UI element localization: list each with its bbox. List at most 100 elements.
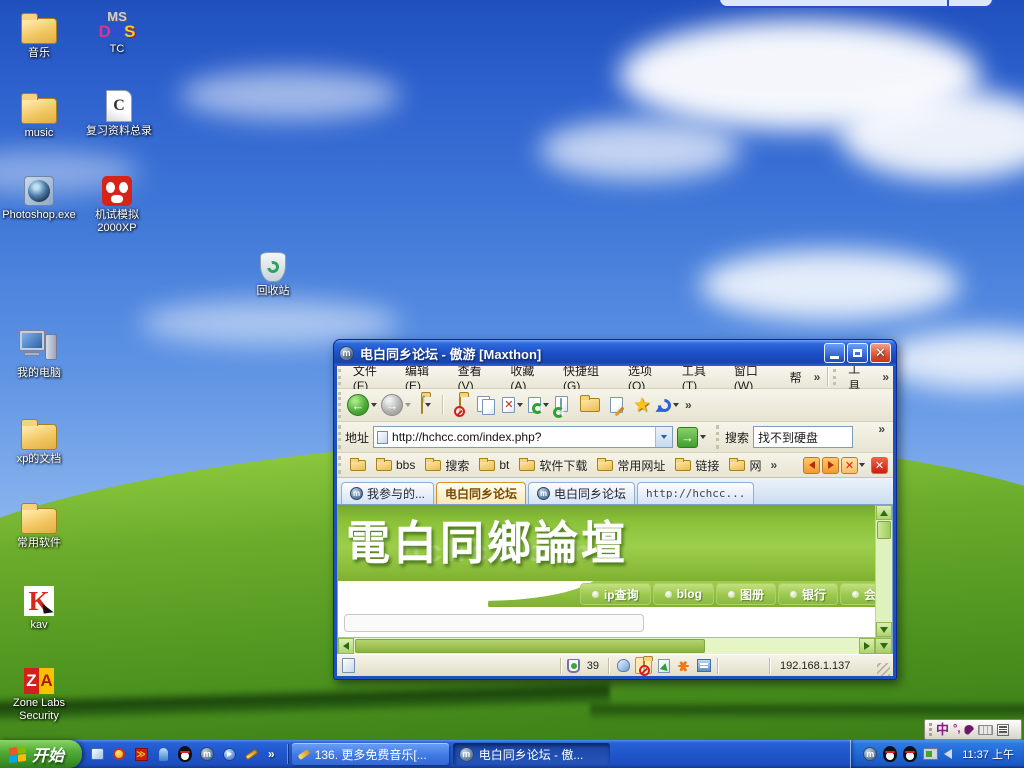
tab-my-topics[interactable]: 我参与的... xyxy=(341,482,434,504)
desktop-icon-kav[interactable]: K kav xyxy=(0,578,78,632)
refresh-all-button[interactable] xyxy=(551,391,577,419)
popup-filter-icon[interactable] xyxy=(635,657,652,674)
bookmark-bbs[interactable]: bbs xyxy=(371,453,420,477)
nav-blog[interactable]: blog xyxy=(653,583,714,605)
show-desktop-icon[interactable] xyxy=(89,746,105,762)
messenger-icon[interactable] xyxy=(155,746,171,762)
scroll-right-button[interactable] xyxy=(859,638,875,654)
soft-keyboard-icon[interactable] xyxy=(978,725,993,735)
address-url[interactable]: http://hchcc.com/index.php? xyxy=(392,430,655,444)
bookmark-common-sites[interactable]: 常用网址 xyxy=(592,453,670,477)
prev-tab-button[interactable] xyxy=(803,457,820,474)
nav-albums[interactable]: 图册 xyxy=(716,583,776,605)
proxy-hand-icon[interactable] xyxy=(615,657,632,674)
flash-filter-icon[interactable] xyxy=(675,657,692,674)
chinese-mode-icon[interactable]: 中 xyxy=(936,723,949,736)
tab-forum-2[interactable]: 电白同乡论坛 xyxy=(528,482,635,504)
address-dropdown-button[interactable] xyxy=(655,427,672,447)
nav-bank[interactable]: 银行 xyxy=(778,583,838,605)
langbar-grip[interactable] xyxy=(929,723,932,736)
resize-grip[interactable] xyxy=(877,663,890,676)
desktop-icon-review-notes[interactable]: C 复习资料总录 xyxy=(80,84,158,138)
desktop-icon-exam-sim[interactable]: 机试模拟 2000XP xyxy=(78,168,156,235)
favorites-button[interactable]: ★ xyxy=(629,391,655,419)
vertical-scrollbar[interactable] xyxy=(875,505,892,637)
form-edit-icon[interactable] xyxy=(695,657,712,674)
forward-button[interactable]: → xyxy=(379,391,413,419)
menu-help[interactable]: 帮 xyxy=(782,366,810,389)
desktop-icon-music-en[interactable]: music xyxy=(0,86,78,140)
toolbar-overflow-chevron[interactable]: » xyxy=(681,398,696,412)
bookmark-links[interactable]: 链接 xyxy=(670,453,724,477)
gold-pen-icon[interactable] xyxy=(243,746,259,762)
popup-blocker-button[interactable] xyxy=(447,391,473,419)
toolbar-grip[interactable] xyxy=(338,425,342,449)
close-all-button[interactable]: ✕ xyxy=(871,457,888,474)
forum-banner[interactable]: hchcc.com 電白同鄉論壇 xyxy=(338,505,875,581)
title-bar[interactable]: 电白同乡论坛 - 傲游 [Maxthon] ✕ xyxy=(334,340,896,366)
folders-button[interactable] xyxy=(577,391,603,419)
maxthon-icon[interactable] xyxy=(199,746,215,762)
next-tab-button[interactable] xyxy=(822,457,839,474)
close-page-button[interactable]: ✕ xyxy=(499,391,525,419)
horizontal-scrollbar[interactable] xyxy=(337,637,893,654)
desktop-icon-zonelabs[interactable]: ZA Zone Labs Security xyxy=(0,656,78,723)
desktop-icon-photoshop[interactable]: Photoshop.exe xyxy=(0,168,78,222)
qq-icon[interactable] xyxy=(177,746,193,762)
ime-brush-icon[interactable] xyxy=(964,725,974,735)
punctuation-icon[interactable]: °, xyxy=(953,724,960,735)
taskbar-task-forum[interactable]: 电白同乡论坛 - 傲... xyxy=(453,743,610,765)
copy-button[interactable] xyxy=(473,391,499,419)
scroll-down-button[interactable] xyxy=(876,622,892,637)
search-tool-icon[interactable] xyxy=(111,746,127,762)
undo-button[interactable] xyxy=(655,391,681,419)
menu-overflow-chevron[interactable]: » xyxy=(878,370,893,384)
maximize-button[interactable] xyxy=(847,343,868,363)
qq-tray-icon[interactable] xyxy=(883,746,897,762)
toolbar-grip[interactable] xyxy=(833,369,837,385)
menu-overflow-chevron[interactable]: » xyxy=(810,370,825,384)
close-button[interactable]: ✕ xyxy=(870,343,891,363)
flashget-icon[interactable]: ≫ xyxy=(133,746,149,762)
toolbar-grip[interactable] xyxy=(338,369,342,385)
bookmark-search[interactable]: 搜索 xyxy=(420,453,474,477)
ime-menu-icon[interactable] xyxy=(997,724,1009,736)
address-overflow-chevron[interactable]: » xyxy=(874,422,889,436)
minimize-button[interactable] xyxy=(824,343,845,363)
scroll-left-button[interactable] xyxy=(338,638,354,654)
media-player-icon[interactable] xyxy=(221,746,237,762)
bookmark-web[interactable]: 网 xyxy=(724,453,766,477)
close-dropdown-caret[interactable] xyxy=(859,463,865,467)
toolbar-grip[interactable] xyxy=(716,425,720,449)
refresh-button[interactable] xyxy=(525,391,551,419)
desktop-icon-tc[interactable]: MS DOS TC xyxy=(78,2,156,56)
address-input[interactable]: http://hchcc.com/index.php? xyxy=(373,426,673,448)
bookmark-folder[interactable] xyxy=(345,453,371,477)
quick-launch-overflow[interactable]: » xyxy=(265,747,278,761)
close-tab-option-button[interactable]: ✕ xyxy=(841,457,858,474)
nav-ip-lookup[interactable]: ip查询 xyxy=(580,583,651,605)
trash-bucket-icon[interactable] xyxy=(567,659,580,673)
offscreen-window-fragment[interactable] xyxy=(718,0,994,8)
volume-tray-icon[interactable] xyxy=(944,749,952,759)
desktop-icon-common-software[interactable]: 常用软件 xyxy=(0,496,78,550)
vertical-scroll-thumb[interactable] xyxy=(877,521,891,539)
back-button[interactable]: ← xyxy=(345,391,379,419)
desktop-icon-xp-docs[interactable]: xp的文档 xyxy=(0,412,78,466)
bookmarks-overflow-chevron[interactable]: » xyxy=(766,458,781,472)
search-input[interactable]: 找不到硬盘 xyxy=(753,426,853,448)
go-dropdown-caret[interactable] xyxy=(700,435,706,439)
taskbar-task-music[interactable]: 136. 更多免费音乐[... xyxy=(292,743,449,765)
desktop-icon-music-cn[interactable]: 音乐 xyxy=(0,6,78,60)
bookmark-bt[interactable]: bt xyxy=(474,453,514,477)
taskbar-clock[interactable]: 11:37 上午 xyxy=(962,746,1014,762)
scroll-up-button[interactable] xyxy=(876,505,892,520)
start-button[interactable]: 开始 xyxy=(0,740,82,768)
tab-url[interactable]: http://hchcc... xyxy=(637,482,754,504)
horizontal-scroll-thumb[interactable] xyxy=(355,639,705,653)
tab-forum-active[interactable]: 电白同乡论坛 xyxy=(436,482,526,504)
qq-tray-icon[interactable] xyxy=(903,746,917,762)
nav-members[interactable]: 会 xyxy=(840,583,875,605)
toolbar-grip[interactable] xyxy=(338,392,342,418)
form-fill-button[interactable] xyxy=(603,391,629,419)
